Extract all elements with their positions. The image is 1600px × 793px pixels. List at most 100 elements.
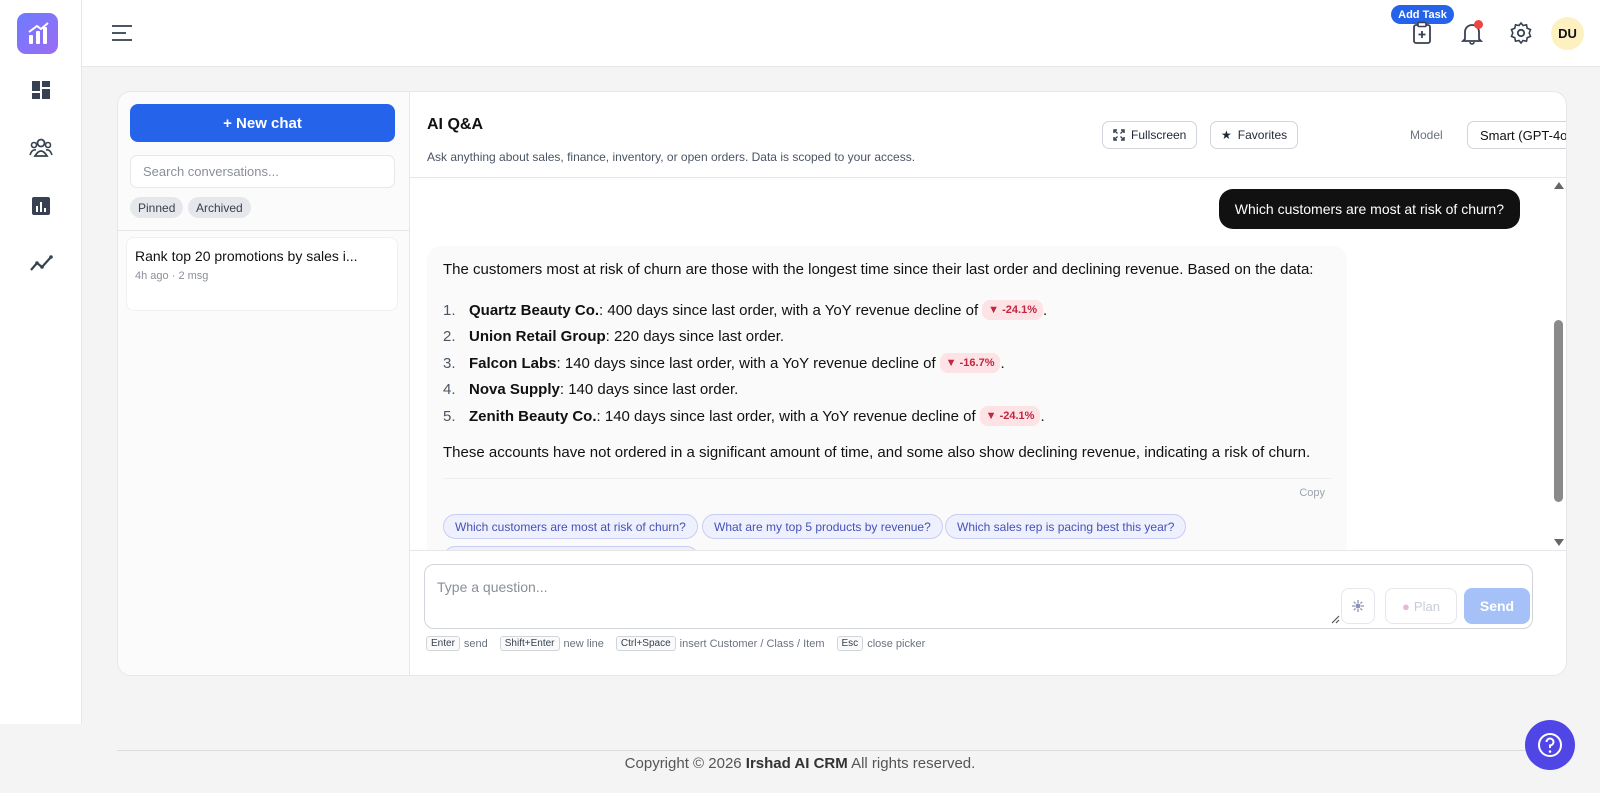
chat-pane: AI Q&A Ask anything about sales, finance… bbox=[410, 92, 1567, 675]
help-button[interactable] bbox=[1525, 720, 1575, 770]
meta-separator: · bbox=[171, 270, 176, 282]
filter-chip-pinned[interactable]: Pinned bbox=[130, 197, 184, 218]
avatar[interactable]: DU bbox=[1551, 17, 1584, 50]
item-tail: . bbox=[1000, 354, 1005, 372]
item-text: : 140 days since last order, with a YoY … bbox=[556, 354, 936, 372]
hint-key: Shift+Enter bbox=[499, 636, 560, 651]
brain-icon: ● bbox=[1402, 598, 1410, 614]
list-number: 3. bbox=[443, 354, 456, 372]
delta-badge: ▼ -16.7% bbox=[939, 353, 1001, 374]
favorites-button[interactable]: ★ Favorites bbox=[1210, 121, 1299, 149]
settings-tool-button[interactable] bbox=[1341, 588, 1375, 624]
composer: ● Plan Send bbox=[424, 564, 1533, 629]
left-nav bbox=[0, 0, 82, 724]
user-message: Which customers are most at risk of chur… bbox=[1218, 189, 1520, 229]
copyright-text: Copyright © 2026 bbox=[624, 755, 742, 772]
hint-key: Ctrl+Space bbox=[615, 636, 676, 651]
suggestion-chip[interactable]: Which customers are most at risk of chur… bbox=[443, 514, 698, 539]
list-number: 4. bbox=[443, 381, 456, 399]
copy-button[interactable]: Copy bbox=[1299, 487, 1325, 499]
ai-outro-text: These accounts have not ordered in a sig… bbox=[443, 444, 1311, 461]
fullscreen-icon bbox=[1113, 129, 1125, 141]
suggestion-chip[interactable]: What are my top 5 products by revenue? bbox=[702, 514, 943, 539]
trend-icon[interactable] bbox=[28, 250, 54, 276]
list-item: 2. Union Retail Group : 220 days since l… bbox=[443, 324, 1047, 351]
list-item: 5. Zenith Beauty Co. : 140 days since la… bbox=[443, 403, 1047, 430]
ai-intro-text: The customers most at risk of churn are … bbox=[443, 261, 1314, 278]
page-subtitle: Ask anything about sales, finance, inven… bbox=[427, 150, 916, 164]
list-item: 4. Nova Supply : 140 days since last ord… bbox=[443, 377, 1047, 404]
top-bar: Add Task DU bbox=[82, 0, 1600, 67]
filter-chip-archived[interactable]: Archived bbox=[188, 197, 251, 218]
gear-icon[interactable] bbox=[1508, 20, 1534, 46]
footer: Copyright © 2026 Irshad AI CRM All right… bbox=[0, 755, 1600, 772]
conversation-time: 4h ago bbox=[135, 270, 169, 282]
search-input[interactable] bbox=[130, 155, 395, 188]
scroll-thumb[interactable] bbox=[1554, 320, 1563, 502]
scrollbar[interactable] bbox=[1549, 178, 1566, 550]
item-tail: . bbox=[1042, 301, 1048, 319]
message-list: Which customers are most at risk of chur… bbox=[410, 178, 1550, 550]
item-text: : 400 days since last order, with a YoY … bbox=[599, 301, 979, 319]
item-text: : 220 days since last order. bbox=[605, 328, 785, 346]
clipboard-add-icon[interactable] bbox=[1409, 20, 1435, 46]
hint-desc: new line bbox=[563, 637, 604, 650]
sparkle-icon bbox=[1352, 600, 1364, 612]
dashboard-icon[interactable] bbox=[28, 77, 54, 103]
question-input[interactable] bbox=[425, 565, 1345, 628]
hint-key: Enter bbox=[426, 636, 460, 651]
star-icon: ★ bbox=[1221, 128, 1232, 142]
bell-icon[interactable] bbox=[1459, 20, 1485, 46]
customer-name: Nova Supply bbox=[469, 381, 560, 399]
conversation-item[interactable]: Rank top 20 promotions by sales i... 4h … bbox=[126, 237, 398, 311]
conversation-count: 2 msg bbox=[178, 270, 209, 282]
delta-badge: ▼ -24.1% bbox=[982, 300, 1043, 321]
conversation-sidebar: + New chat Pinned Archived Rank top 20 p… bbox=[118, 92, 410, 675]
list-number: 1. bbox=[443, 301, 456, 319]
hint-desc: send bbox=[463, 637, 488, 650]
chat-card: + New chat Pinned Archived Rank top 20 p… bbox=[117, 91, 1567, 676]
users-icon[interactable] bbox=[28, 135, 54, 161]
ai-response: The customers most at risk of churn are … bbox=[427, 246, 1347, 550]
menu-icon[interactable] bbox=[110, 22, 134, 44]
hint-desc: insert Customer / Class / Item bbox=[679, 637, 825, 650]
customer-name: Union Retail Group bbox=[469, 328, 606, 346]
hint-desc: close picker bbox=[867, 637, 926, 650]
new-chat-button[interactable]: + New chat bbox=[130, 104, 395, 142]
model-select[interactable]: Smart (GPT-4o) bbox=[1467, 121, 1567, 149]
notification-dot bbox=[1474, 20, 1483, 29]
scroll-up-arrow[interactable] bbox=[1554, 182, 1564, 189]
logo-chart-icon[interactable] bbox=[17, 13, 58, 54]
favorites-label: Favorites bbox=[1237, 128, 1288, 142]
item-text: : 140 days since last order, with a YoY … bbox=[596, 407, 976, 425]
conversation-meta: 4h ago · 2 msg bbox=[135, 270, 389, 282]
hint-key: Esc bbox=[836, 636, 864, 651]
send-button[interactable]: Send bbox=[1464, 588, 1530, 624]
suggestion-chip[interactable]: Which sales rep is pacing best this year… bbox=[945, 514, 1187, 539]
divider bbox=[117, 750, 1567, 751]
page-title: AI Q&A bbox=[427, 116, 483, 133]
resize-grip-icon[interactable] bbox=[1330, 614, 1340, 624]
plan-label: Plan bbox=[1413, 598, 1440, 614]
customer-name: Falcon Labs bbox=[469, 354, 557, 372]
customer-name: Quartz Beauty Co. bbox=[469, 301, 600, 319]
item-text: : 140 days since last order. bbox=[559, 381, 739, 399]
brand-name: Irshad AI CRM bbox=[745, 755, 848, 772]
list-number: 2. bbox=[443, 328, 456, 346]
model-value: Smart (GPT-4o) bbox=[1480, 127, 1567, 143]
divider bbox=[443, 478, 1331, 479]
divider bbox=[118, 230, 410, 231]
ai-answer-list: 1. Quartz Beauty Co. : 400 days since la… bbox=[443, 297, 1047, 430]
conversation-title: Rank top 20 promotions by sales i... bbox=[135, 248, 358, 264]
plan-button[interactable]: ● Plan bbox=[1385, 588, 1457, 624]
report-icon[interactable] bbox=[28, 193, 54, 219]
customer-name: Zenith Beauty Co. bbox=[469, 407, 597, 425]
item-tail: . bbox=[1040, 407, 1045, 425]
list-item: 3. Falcon Labs : 140 days since last ord… bbox=[443, 350, 1047, 377]
scroll-down-arrow[interactable] bbox=[1554, 539, 1564, 546]
keyboard-hints: Enter send Shift+Enter new line Ctrl+Spa… bbox=[426, 636, 925, 651]
delta-badge: ▼ -24.1% bbox=[979, 406, 1041, 427]
fullscreen-button[interactable]: Fullscreen bbox=[1102, 121, 1198, 149]
model-label: Model bbox=[1410, 128, 1443, 142]
list-item: 1. Quartz Beauty Co. : 400 days since la… bbox=[443, 297, 1047, 324]
